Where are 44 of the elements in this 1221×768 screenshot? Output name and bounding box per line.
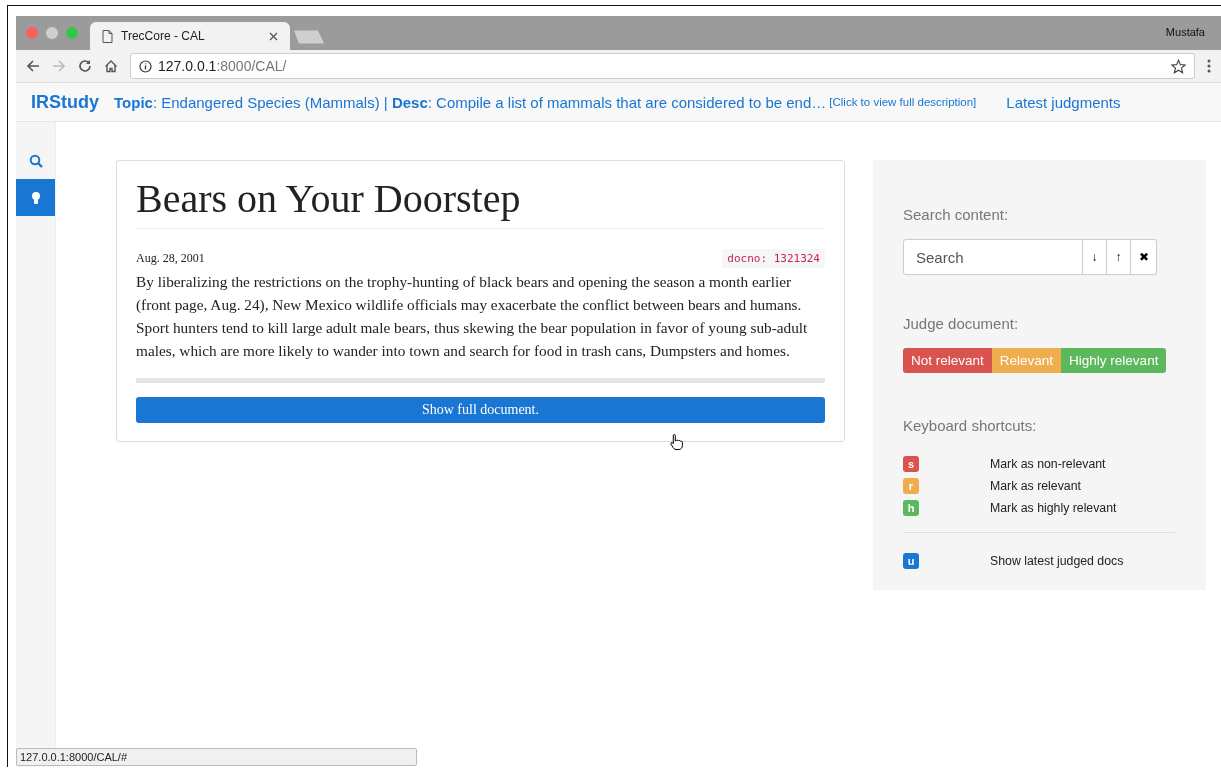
latest-judgments-link[interactable]: Latest judgments — [1006, 93, 1121, 111]
document-text: By liberalizing the restrictions on the trophy-hunting of black bears and opening the season a month earlier (front page, Aug. 24), New Mexico wildlife officials may exacerbate the conflict between bears and humans. Sport hunters tend to kill large adult male bears, thus skewing the bear population in favor of young sub-adult males, which are more likely to wander into town and search for food in trash cans, Dumpsters and homes. — [136, 272, 809, 361]
url-path: :8000/CAL/ — [216, 58, 287, 74]
key-badge: u — [903, 553, 919, 569]
document-icon — [102, 29, 113, 43]
home-icon[interactable] — [104, 59, 118, 73]
sidebar-item[interactable] — [16, 179, 55, 216]
shortcut-label: Mark as highly relevant — [990, 501, 1117, 515]
search-icon — [28, 153, 43, 168]
show-full-document-button[interactable]: Show full document. — [136, 397, 825, 423]
search-nav-button[interactable]: ✖ — [1131, 239, 1157, 275]
star-icon[interactable] — [1171, 58, 1186, 74]
search-nav-button[interactable]: ↑ — [1107, 239, 1131, 275]
key-badge: h — [903, 500, 919, 516]
menu-icon[interactable] — [1207, 59, 1211, 73]
shortcut-label: Mark as non-relevant — [990, 457, 1106, 471]
document-title: Bears on Your Doorstep — [136, 175, 825, 229]
judge-button[interactable]: Highly relevant — [1061, 348, 1167, 373]
document-date: Aug. 28, 2001 — [136, 251, 205, 266]
full-description-link[interactable]: [Click to view full description] — [829, 96, 977, 108]
judge-button[interactable]: Not relevant — [903, 348, 992, 373]
shortcut-label: Show latest judged docs — [990, 554, 1124, 568]
address-bar[interactable]: 127.0.0.1:8000/CAL/ — [130, 53, 1195, 79]
back-icon[interactable] — [26, 59, 40, 73]
docno-label: docno: 1321324 — [722, 249, 825, 268]
topic-description: Topic: Endangered Species (Mammals) | Desc: Compile a list of mammals that are considered to be end… — [114, 93, 827, 111]
shortcut-label: Mark as relevant — [990, 479, 1081, 493]
info-icon[interactable] — [139, 59, 152, 73]
hand-cursor-icon — [670, 433, 684, 450]
profile-name[interactable]: Mustafa — [1165, 26, 1205, 38]
section-heading: Keyboard shortcuts: — [903, 417, 1038, 434]
status-bar: 127.0.0.1:8000/CAL/# — [16, 748, 417, 766]
lightbulb-icon — [30, 190, 41, 205]
section-heading: Judge document: — [903, 315, 1020, 332]
url-host: 127.0.0.1 — [158, 58, 217, 74]
brand-logo[interactable]: IRStudy — [31, 91, 99, 113]
close-icon[interactable] — [269, 31, 278, 41]
search-nav-button[interactable]: ↓ — [1083, 239, 1107, 275]
key-badge: s — [903, 456, 919, 472]
section-heading: Search content: — [903, 206, 1010, 223]
reload-icon[interactable] — [78, 59, 92, 73]
browser-tab[interactable]: TrecCore - CAL — [90, 22, 290, 50]
key-badge: r — [903, 478, 919, 494]
search-field[interactable]: Search — [903, 239, 1083, 275]
